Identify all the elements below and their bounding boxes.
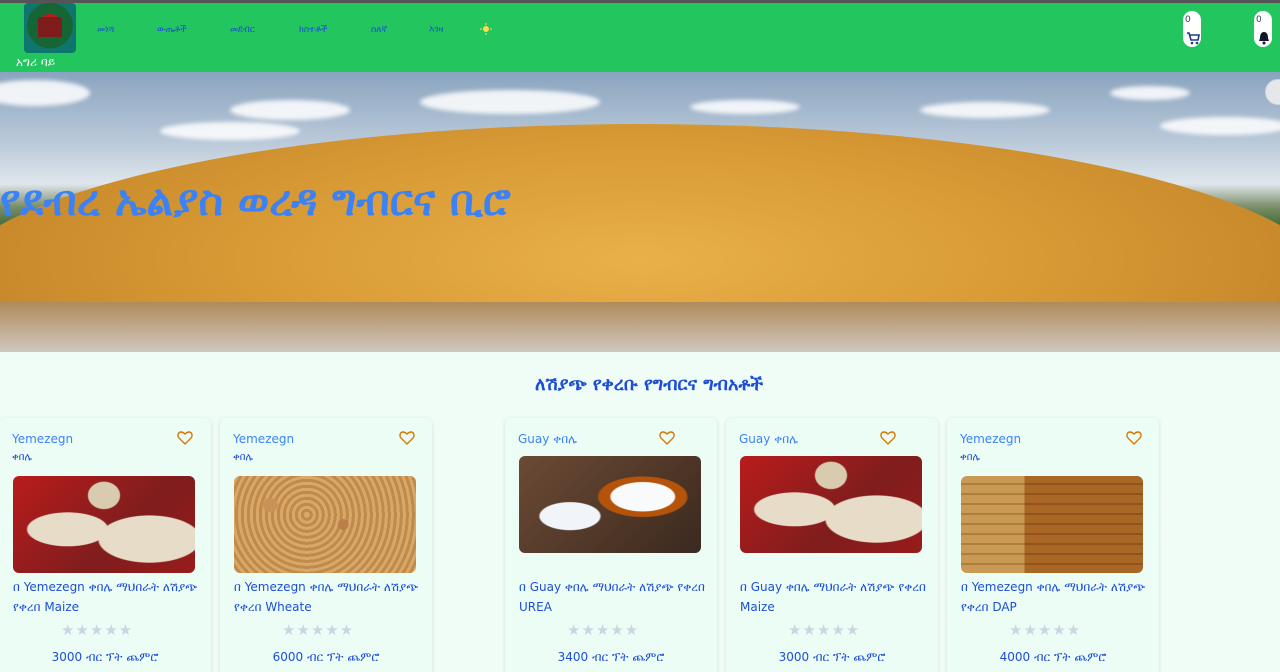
rating-stars[interactable]: ★★★★★: [788, 621, 860, 639]
navbar: አግሪ ባይ መነሻ ውጤቶች መደብር ክስተቶች ስለኛ እገዛ 0 0: [0, 3, 1280, 72]
product-card[interactable]: Yemezegn ቀበሌ በ Yemezegn ቀበሌ ማህበራት ለሽያጭ የ…: [220, 418, 432, 672]
product-price: 4000 ብር ፕት ጨምሮ: [999, 650, 1107, 664]
rating-stars[interactable]: ★★★★★: [282, 621, 354, 639]
product-description[interactable]: በ Yemezegn ቀበሌ ማህበራት ለሽያጭ የቀረበ DAP: [961, 577, 1151, 617]
hero-title: የደብረ ኤልያስ ወረዳ ግብርና ቢሮ: [0, 176, 511, 225]
notifications-button[interactable]: 0: [1254, 11, 1272, 47]
product-price: 3000 ብር ፕት ጨምሮ: [778, 650, 886, 664]
product-union: ቀበሌ: [12, 452, 32, 463]
product-union: ቀበሌ: [960, 452, 980, 463]
product-price: 3000 ብር ፕት ጨምሮ: [51, 650, 159, 664]
product-image[interactable]: [13, 476, 195, 573]
rating-stars[interactable]: ★★★★★: [1009, 621, 1081, 639]
product-description[interactable]: በ Yemezegn ቀበሌ ማህበራት ለሽያጭ የቀረበ Wheate: [234, 577, 424, 617]
nav-about[interactable]: ስለኛ: [371, 25, 387, 35]
heart-icon[interactable]: [399, 430, 415, 446]
sun-icon[interactable]: [480, 23, 492, 35]
product-seller[interactable]: Guay ቀበሌ: [739, 432, 798, 447]
product-card[interactable]: Guay ቀበሌ በ Guay ቀበሌ ማህበራት ለሽያጭ የቀረበ Maiz…: [726, 418, 938, 672]
nav-help[interactable]: እገዛ: [429, 25, 443, 35]
hero-banner: የደብረ ኤልያስ ወረዳ ግብርና ቢሮ: [0, 72, 1280, 352]
product-seller[interactable]: Guay ቀበሌ: [518, 432, 577, 447]
rating-stars[interactable]: ★★★★★: [567, 621, 639, 639]
expand-icon[interactable]: [1265, 79, 1280, 105]
product-seller[interactable]: Yemezegn: [960, 432, 1021, 446]
product-card[interactable]: Yemezegn ቀበሌ በ Yemezegn ቀበሌ ማህበራት ለሽያጭ የ…: [0, 418, 211, 672]
product-image[interactable]: [961, 476, 1143, 573]
product-image[interactable]: [740, 456, 922, 553]
product-card[interactable]: Guay ቀበሌ በ Guay ቀበሌ ማህበራት ለሽያጭ የቀረበ UREA…: [505, 418, 717, 672]
nav-events[interactable]: ክስተቶች: [299, 25, 328, 35]
product-description[interactable]: በ Guay ቀበሌ ማህበራት ለሽያጭ የቀረበ UREA: [519, 577, 709, 617]
section-title: ለሽያጭ የቀረቡ የግብርና ግብአቶች: [534, 374, 764, 395]
product-description[interactable]: በ Yemezegn ቀበሌ ማህበራት ለሽያጭ የቀረበ Maize: [13, 577, 203, 617]
bell-icon: [1259, 32, 1269, 45]
product-card[interactable]: Yemezegn ቀበሌ በ Yemezegn ቀበሌ ማህበራት ለሽያጭ የ…: [947, 418, 1159, 672]
product-image[interactable]: [234, 476, 416, 573]
cart-count: 0: [1185, 15, 1191, 25]
notifications-count: 0: [1256, 15, 1262, 25]
logo[interactable]: [24, 3, 76, 53]
product-seller[interactable]: Yemezegn: [233, 432, 294, 446]
product-seller[interactable]: Yemezegn: [12, 432, 73, 446]
cart-button[interactable]: 0: [1183, 11, 1201, 47]
product-description[interactable]: በ Guay ቀበሌ ማህበራት ለሽያጭ የቀረበ Maize: [740, 577, 930, 617]
heart-icon[interactable]: [177, 430, 193, 446]
heart-icon[interactable]: [659, 430, 675, 446]
nav-results[interactable]: ውጤቶች: [157, 25, 187, 35]
cart-icon: [1187, 32, 1200, 45]
product-price: 3400 ብር ፕት ጨምሮ: [557, 650, 665, 664]
product-image[interactable]: [519, 456, 701, 553]
nav-home[interactable]: መነሻ: [97, 25, 114, 35]
product-price: 6000 ብር ፕት ጨምሮ: [272, 650, 380, 664]
heart-icon[interactable]: [1126, 430, 1142, 446]
nav-store[interactable]: መደብር: [230, 25, 255, 35]
brand-name[interactable]: አግሪ ባይ: [16, 55, 55, 70]
heart-icon[interactable]: [880, 430, 896, 446]
rating-stars[interactable]: ★★★★★: [61, 621, 133, 639]
product-union: ቀበሌ: [233, 452, 253, 463]
